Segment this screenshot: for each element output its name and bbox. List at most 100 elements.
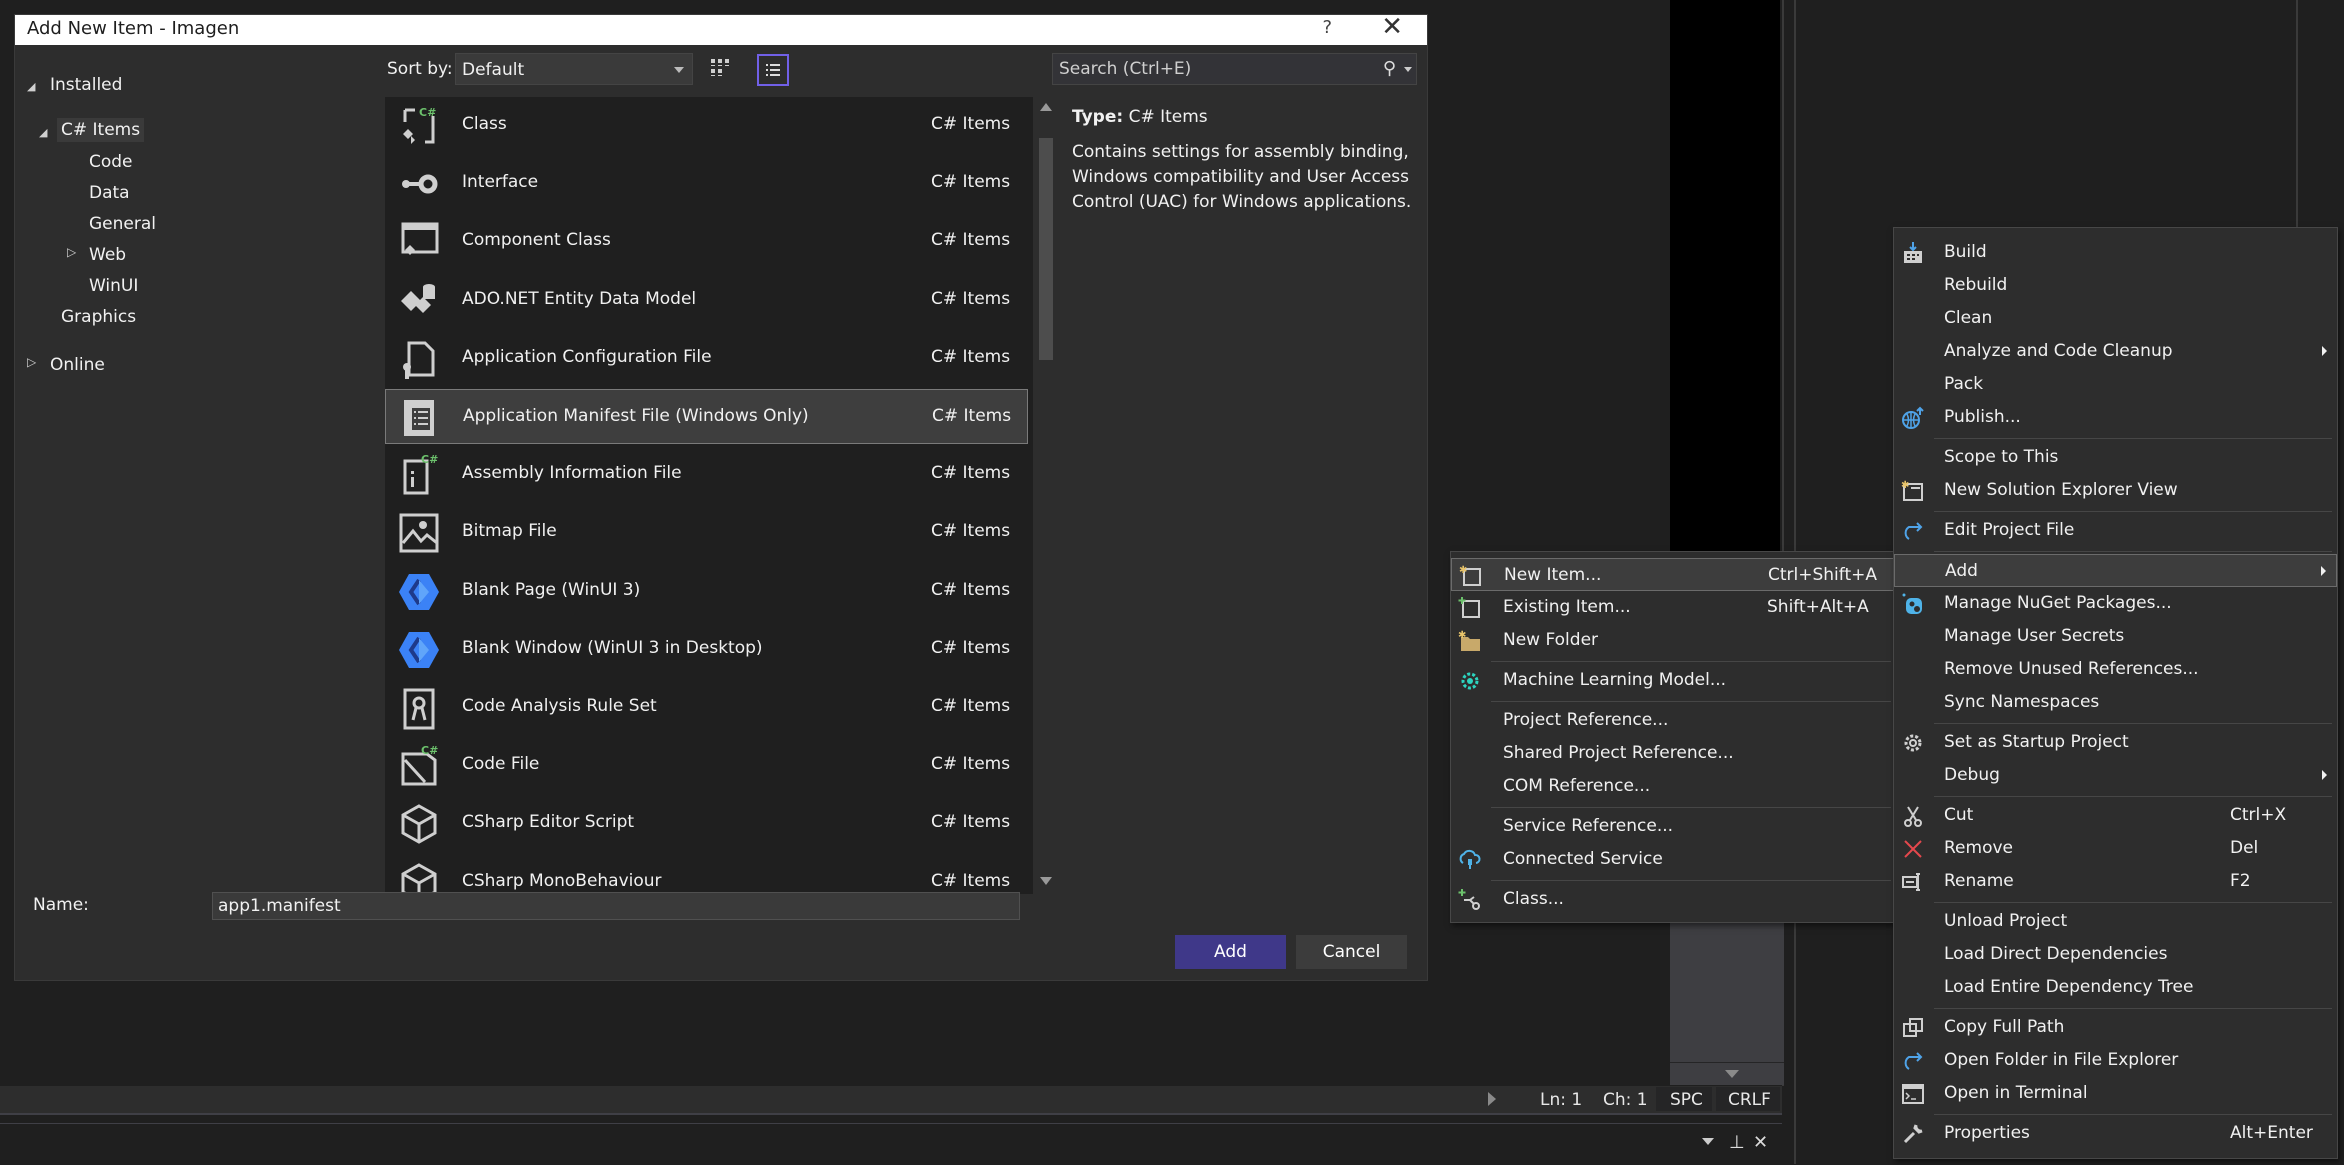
menu-item-unload-project[interactable]: Unload Project: [1894, 905, 2337, 938]
line-endings-indicator[interactable]: CRLF: [1716, 1087, 1780, 1111]
menu-item-copy-full-path[interactable]: Copy Full Path: [1894, 1011, 2337, 1044]
sort-by-select[interactable]: Default: [455, 53, 693, 85]
menu-item-new-item[interactable]: ✱ New Item... Ctrl+Shift+A: [1451, 558, 1896, 591]
menu-item-pack[interactable]: Pack: [1894, 368, 2337, 401]
list-view-button[interactable]: [757, 54, 789, 86]
menu-item-remove[interactable]: Remove Del: [1894, 832, 2337, 865]
scroll-up-icon[interactable]: [1040, 103, 1052, 111]
tree-node-general[interactable]: General: [89, 214, 156, 234]
template-item[interactable]: Blank Page (WinUI 3) C# Items: [385, 564, 1028, 619]
menu-item-shortcut: Ctrl+Shift+A: [1768, 565, 1878, 585]
template-item[interactable]: CSharp Editor Script C# Items: [385, 796, 1028, 851]
menu-item-shared-project-reference[interactable]: Shared Project Reference...: [1451, 737, 1896, 770]
menu-item-new-folder[interactable]: ✱ New Folder: [1451, 624, 1896, 657]
menu-item-label: Build: [1944, 242, 1987, 262]
tree-node-web[interactable]: Web: [89, 245, 126, 265]
menu-item-existing-item[interactable]: Existing Item... Shift+Alt+A: [1451, 591, 1896, 624]
menu-item-clean[interactable]: Clean: [1894, 302, 2337, 335]
help-button[interactable]: ?: [1322, 17, 1332, 38]
menu-item-manage-user-secrets[interactable]: Manage User Secrets: [1894, 620, 2337, 653]
template-item[interactable]: Interface C# Items: [385, 156, 1028, 211]
tree-node-winui[interactable]: WinUI: [89, 276, 138, 296]
menu-item-com-reference[interactable]: COM Reference...: [1451, 770, 1896, 803]
editor-scroll-area[interactable]: [1670, 910, 1784, 1085]
tree-node-csharp-items[interactable]: C# Items: [57, 118, 145, 142]
menu-item-connected-service[interactable]: Connected Service: [1451, 843, 1896, 876]
scroll-right-icon[interactable]: [1488, 1092, 1496, 1106]
menu-item-set-as-startup-project[interactable]: Set as Startup Project: [1894, 726, 2337, 759]
menu-item-sync-namespaces[interactable]: Sync Namespaces: [1894, 686, 2337, 719]
template-item[interactable]: Code Analysis Rule Set C# Items: [385, 680, 1028, 735]
tree-node-graphics[interactable]: Graphics: [61, 307, 136, 327]
collapsed-icon[interactable]: ▷: [67, 245, 76, 259]
menu-item-scope-to-this[interactable]: Scope to This: [1894, 441, 2337, 474]
close-panel-icon[interactable]: ✕: [1753, 1132, 1768, 1153]
manifest-icon: [398, 396, 442, 440]
menu-item-build[interactable]: Build: [1894, 236, 2337, 269]
menu-item-remove-unused-references[interactable]: Remove Unused References...: [1894, 653, 2337, 686]
menu-item-properties[interactable]: Properties Alt+Enter: [1894, 1117, 2337, 1150]
menu-item-label: Connected Service: [1503, 849, 1663, 869]
menu-item-new-solution-explorer-view[interactable]: ✱ New Solution Explorer View: [1894, 474, 2337, 507]
template-item[interactable]: Application Manifest File (Windows Only)…: [385, 389, 1028, 444]
expanded-icon[interactable]: ◢: [27, 80, 35, 93]
template-item[interactable]: Bitmap File C# Items: [385, 505, 1028, 560]
window-menu-icon[interactable]: [1702, 1138, 1714, 1145]
template-item[interactable]: C# Code File C# Items: [385, 738, 1028, 793]
template-item[interactable]: ADO.NET Entity Data Model C# Items: [385, 273, 1028, 328]
menu-item-open-in-terminal[interactable]: Open in Terminal: [1894, 1077, 2337, 1110]
menu-item-load-entire-dependency-tree[interactable]: Load Entire Dependency Tree: [1894, 971, 2337, 1004]
template-item[interactable]: Blank Window (WinUI 3 in Desktop) C# Item…: [385, 622, 1028, 677]
project-context-menu: Build Rebuild Clean Analyze and Code Cleanu…: [1893, 227, 2338, 1159]
char-number[interactable]: Ch: 1: [1603, 1090, 1648, 1110]
pin-icon[interactable]: ⊥: [1729, 1132, 1745, 1153]
menu-item-open-folder-in-file-explorer[interactable]: Open Folder in File Explorer: [1894, 1044, 2337, 1077]
expanded-icon[interactable]: ◢: [39, 126, 47, 139]
cancel-button[interactable]: Cancel: [1296, 935, 1407, 969]
tree-node-installed[interactable]: Installed: [50, 75, 122, 95]
search-options-icon[interactable]: [1404, 67, 1412, 72]
search-icon[interactable]: ⚲: [1383, 54, 1396, 84]
search-input[interactable]: Search (Ctrl+E) ⚲: [1052, 53, 1417, 85]
new-folder-icon: ✱: [1458, 629, 1482, 653]
menu-item-debug[interactable]: Debug: [1894, 759, 2337, 792]
template-item[interactable]: CSharp MonoBehaviour C# Items: [385, 855, 1028, 894]
template-item[interactable]: C# Assembly Information File C# Items: [385, 447, 1028, 502]
menu-item-service-reference[interactable]: Service Reference...: [1451, 810, 1896, 843]
menu-item-edit-project-file[interactable]: Edit Project File: [1894, 514, 2337, 547]
menu-item-cut[interactable]: Cut Ctrl+X: [1894, 799, 2337, 832]
line-number[interactable]: Ln: 1: [1540, 1090, 1582, 1110]
tree-node-code[interactable]: Code: [89, 152, 133, 172]
template-item[interactable]: Component Class C# Items: [385, 214, 1028, 269]
scrollbar-thumb[interactable]: [1039, 138, 1053, 360]
name-input[interactable]: app1.manifest: [212, 892, 1020, 920]
menu-item-machine-learning-model[interactable]: Machine Learning Model...: [1451, 664, 1896, 697]
close-button[interactable]: ✕: [1381, 12, 1403, 42]
menu-item-rebuild[interactable]: Rebuild: [1894, 269, 2337, 302]
menu-item-project-reference[interactable]: Project Reference...: [1451, 704, 1896, 737]
menu-item-rename[interactable]: Rename F2: [1894, 865, 2337, 898]
collapsed-icon[interactable]: ▷: [27, 355, 36, 369]
tree-node-online[interactable]: Online: [50, 355, 105, 375]
template-item[interactable]: Application Configuration File C# Items: [385, 331, 1028, 386]
template-item[interactable]: C# Class C# Items: [385, 98, 1028, 153]
menu-item-class[interactable]: Class...: [1451, 883, 1896, 916]
menu-separator: [1934, 510, 2332, 512]
spacing-indicator[interactable]: SPC: [1656, 1087, 1712, 1111]
template-item-name: Code File: [462, 754, 540, 775]
medium-icons-view-button[interactable]: [706, 54, 738, 86]
menu-item-publish[interactable]: Publish...: [1894, 401, 2337, 434]
menu-item-analyze-and-code-cleanup[interactable]: Analyze and Code Cleanup: [1894, 335, 2337, 368]
menu-item-label: Rename: [1944, 871, 2014, 891]
menu-item-add[interactable]: Add: [1894, 554, 2337, 587]
tree-node-data[interactable]: Data: [89, 183, 130, 203]
menu-item-load-direct-dependencies[interactable]: Load Direct Dependencies: [1894, 938, 2337, 971]
search-placeholder: Search (Ctrl+E): [1059, 59, 1192, 79]
add-button[interactable]: Add: [1175, 935, 1286, 969]
template-item-name: Application Manifest File (Windows Only): [463, 406, 809, 426]
scroll-down-icon[interactable]: [1725, 1070, 1739, 1078]
menu-item-label: Load Entire Dependency Tree: [1944, 977, 2194, 997]
menu-item-manage-nuget-packages[interactable]: Manage NuGet Packages...: [1894, 587, 2337, 620]
scroll-down-icon[interactable]: [1040, 877, 1052, 885]
list-scrollbar[interactable]: [1033, 97, 1060, 894]
